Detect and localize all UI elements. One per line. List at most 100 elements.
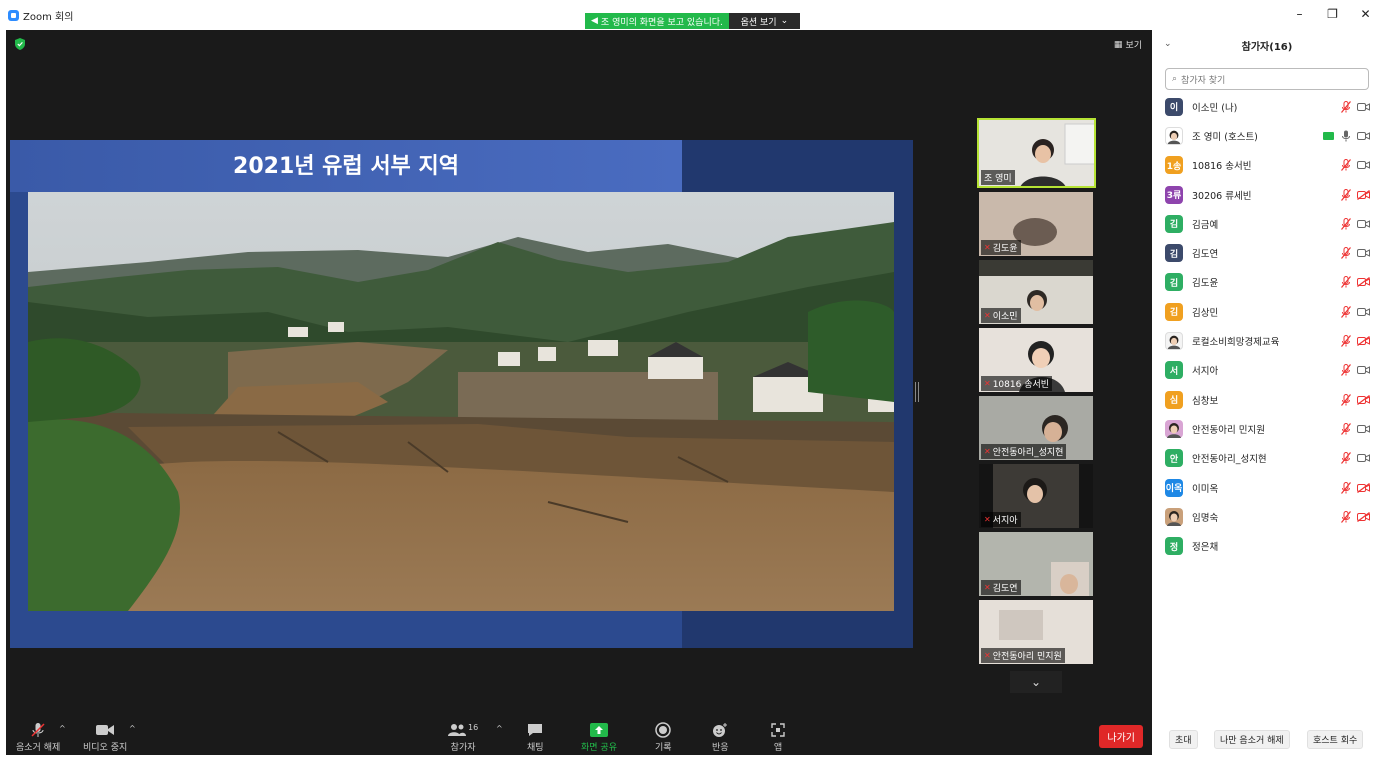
participant-row[interactable]: 안 안전동아리_성지현 <box>1152 444 1382 473</box>
participant-row[interactable]: 김 김도윤 <box>1152 268 1382 297</box>
chevron-down-icon: ⌄ <box>1030 675 1042 689</box>
reclaim-host-button[interactable]: 호스트 회수 <box>1307 730 1364 749</box>
thumbnail-video[interactable]: ✕ 김도윤 <box>979 192 1093 256</box>
thumbnails-scroll-down-button[interactable]: ⌄ <box>1010 671 1062 693</box>
video-camera-icon[interactable] <box>1357 219 1370 229</box>
thumbnail-video[interactable]: ✕ 서지아 <box>979 464 1093 528</box>
participant-name: 정은채 <box>1192 542 1219 554</box>
thumbnail-video[interactable]: ✕ 안전동아리_성지현 <box>979 396 1093 460</box>
muted-mic-icon[interactable] <box>1341 510 1351 523</box>
close-button[interactable]: ✕ <box>1349 0 1382 28</box>
apps-button[interactable]: 앱 <box>771 722 785 753</box>
shield-icon[interactable] <box>15 38 25 50</box>
avatar: 정 <box>1165 537 1183 556</box>
participant-row[interactable]: 정 정은채 <box>1152 531 1382 560</box>
muted-mic-icon[interactable] <box>1341 305 1351 318</box>
video-off-icon[interactable] <box>1357 482 1370 493</box>
video-camera-icon <box>96 722 115 738</box>
unmute-me-button[interactable]: 나만 음소거 해제 <box>1214 730 1290 749</box>
muted-mic-icon[interactable] <box>1341 276 1351 289</box>
reactions-button[interactable]: 반응 <box>712 722 729 753</box>
thumbnail-name: ✕ 안전동아리 민지원 <box>981 648 1065 663</box>
thumbnail-name: ✕ 김도윤 <box>981 240 1021 255</box>
participant-row[interactable]: 1송 10816 송서빈 <box>1152 151 1382 180</box>
video-camera-icon[interactable] <box>1357 248 1370 258</box>
participant-row[interactable]: 김 김도연 <box>1152 238 1382 267</box>
title-bar: Zoom 회의 ◀ 조 영미의 화면을 보고 있습니다. 옵션 보기 ⌄ – ❐… <box>0 0 1382 30</box>
meeting-area: ▦ 보기 2021년 유럽 서부 지역 조 영미 ✕ 김도윤 ✕ 이소민 ✕ 1… <box>6 30 1152 755</box>
view-button[interactable]: ▦ 보기 <box>1114 38 1142 52</box>
avatar-photo <box>1165 507 1183 526</box>
chat-label: 채팅 <box>527 743 544 753</box>
record-button[interactable]: 기록 <box>655 722 672 753</box>
muted-mic-icon: ✕ <box>984 651 991 660</box>
participant-row[interactable]: 김 김상민 <box>1152 297 1382 326</box>
muted-mic-icon[interactable] <box>1341 364 1351 377</box>
video-camera-icon[interactable] <box>1357 307 1370 317</box>
participants-button[interactable]: 16 참가자 <box>448 722 478 753</box>
app-title: Zoom 회의 <box>8 8 73 23</box>
video-camera-icon[interactable] <box>1357 453 1370 463</box>
video-off-icon[interactable] <box>1357 394 1370 405</box>
video-camera-icon[interactable] <box>1357 131 1370 141</box>
thumbnail-name: ✕ 안전동아리_성지현 <box>981 444 1067 459</box>
participant-row[interactable]: 김 김금예 <box>1152 209 1382 238</box>
video-camera-icon[interactable] <box>1357 102 1370 112</box>
participant-row[interactable]: 임명숙 <box>1152 502 1382 531</box>
video-off-icon[interactable] <box>1357 277 1370 288</box>
mic-icon[interactable] <box>1341 130 1351 142</box>
participant-name: 10816 송서빈 <box>1192 161 1252 173</box>
stop-video-button[interactable]: 비디오 중지 <box>83 722 127 753</box>
participant-row[interactable]: 심 심창보 <box>1152 385 1382 414</box>
participant-search-input[interactable]: ⌕ 참가자 찾기 <box>1165 68 1369 90</box>
muted-mic-icon[interactable] <box>1341 159 1351 172</box>
minimize-button[interactable]: – <box>1283 0 1316 28</box>
thumbnail-name: ✕ 김도연 <box>981 580 1021 595</box>
leave-button[interactable]: 나가기 <box>1099 725 1143 748</box>
muted-mic-icon[interactable] <box>1341 481 1351 494</box>
participants-options-caret[interactable]: ^ <box>496 724 503 733</box>
invite-button[interactable]: 초대 <box>1169 730 1198 749</box>
video-camera-icon[interactable] <box>1357 160 1370 170</box>
maximize-button[interactable]: ❐ <box>1316 0 1349 28</box>
muted-mic-icon[interactable] <box>1341 100 1351 113</box>
muted-mic-icon[interactable] <box>1341 247 1351 260</box>
participant-row[interactable]: 안전동아리 민지원 <box>1152 414 1382 443</box>
video-off-icon[interactable] <box>1357 511 1370 522</box>
avatar-photo <box>1165 126 1183 145</box>
apps-icon <box>771 722 785 738</box>
video-options-caret[interactable]: ^ <box>129 724 136 733</box>
video-camera-icon[interactable] <box>1357 424 1370 434</box>
audio-options-caret[interactable]: ^ <box>59 724 66 733</box>
video-off-icon[interactable] <box>1357 336 1370 346</box>
thumbnail-video[interactable]: 조 영미 <box>977 118 1096 188</box>
participant-row[interactable]: 조 영미 (호스트) <box>1152 121 1382 150</box>
participant-row[interactable]: 이옥 이미옥 <box>1152 473 1382 502</box>
video-off-icon[interactable] <box>1357 189 1370 200</box>
shared-slide: 2021년 유럽 서부 지역 <box>10 140 913 648</box>
muted-mic-icon[interactable] <box>1341 422 1351 435</box>
muted-mic-icon[interactable] <box>1341 188 1351 201</box>
muted-mic-icon[interactable] <box>1341 393 1351 406</box>
view-options-button[interactable]: 옵션 보기 ⌄ <box>728 13 800 29</box>
chat-button[interactable]: 채팅 <box>527 722 544 753</box>
thumbnail-video[interactable]: ✕ 이소민 <box>979 260 1093 324</box>
unmute-button[interactable]: 음소거 해제 <box>16 722 60 753</box>
participant-row[interactable]: 서 서지아 <box>1152 356 1382 385</box>
thumbnail-video[interactable]: ✕ 10816 송서빈 <box>979 328 1093 392</box>
participant-name: 김도연 <box>1192 249 1219 261</box>
participant-name: 임명숙 <box>1192 512 1219 524</box>
panel-resize-handle[interactable] <box>915 382 919 402</box>
avatar: 이옥 <box>1165 478 1183 497</box>
muted-mic-icon[interactable] <box>1341 452 1351 465</box>
share-screen-button[interactable]: 화면 공유 <box>581 722 617 753</box>
thumbnail-video[interactable]: ✕ 김도연 <box>979 532 1093 596</box>
muted-mic-icon[interactable] <box>1341 335 1351 347</box>
video-camera-icon[interactable] <box>1357 365 1370 375</box>
participant-row[interactable]: 로컬소비희망경제교육 <box>1152 326 1382 355</box>
muted-mic-icon[interactable] <box>1341 217 1351 230</box>
participant-row[interactable]: 3류 30206 류세빈 <box>1152 180 1382 209</box>
thumbnail-video[interactable]: ✕ 안전동아리 민지원 <box>979 600 1093 664</box>
avatar: 서 <box>1165 361 1183 380</box>
participant-row[interactable]: 이 이소민 (나) <box>1152 92 1382 121</box>
